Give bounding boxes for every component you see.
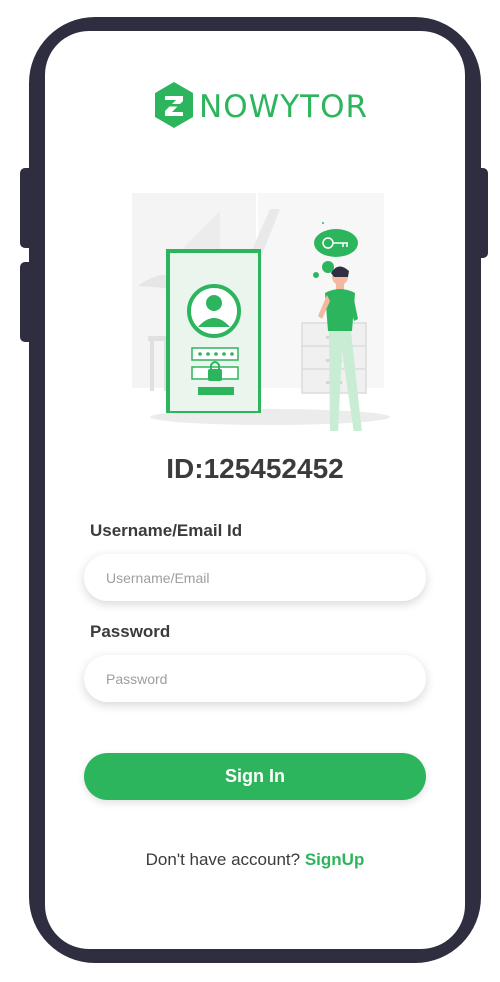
username-label: Username/Email Id bbox=[90, 521, 243, 540]
password-label: Password bbox=[90, 622, 171, 641]
login-illustration bbox=[132, 193, 390, 431]
password-input[interactable] bbox=[84, 655, 426, 702]
signup-prompt-row: Don't have account? SignUp bbox=[45, 850, 465, 870]
signup-link[interactable]: SignUp bbox=[305, 850, 365, 869]
z-hexagon-icon bbox=[155, 82, 193, 128]
brand-logo: NOWYTOR bbox=[153, 81, 367, 133]
sign-in-button[interactable]: Sign In bbox=[84, 753, 426, 800]
lock-icon bbox=[208, 369, 222, 381]
account-id: ID:125452452 bbox=[166, 453, 344, 484]
login-screen: NOWYTOR ID:125452452 Username/Email Id U… bbox=[45, 31, 465, 949]
brand-name: NOWYTOR bbox=[199, 89, 369, 125]
username-input[interactable] bbox=[84, 554, 426, 601]
signup-prompt-text: Don't have account? bbox=[145, 850, 301, 869]
